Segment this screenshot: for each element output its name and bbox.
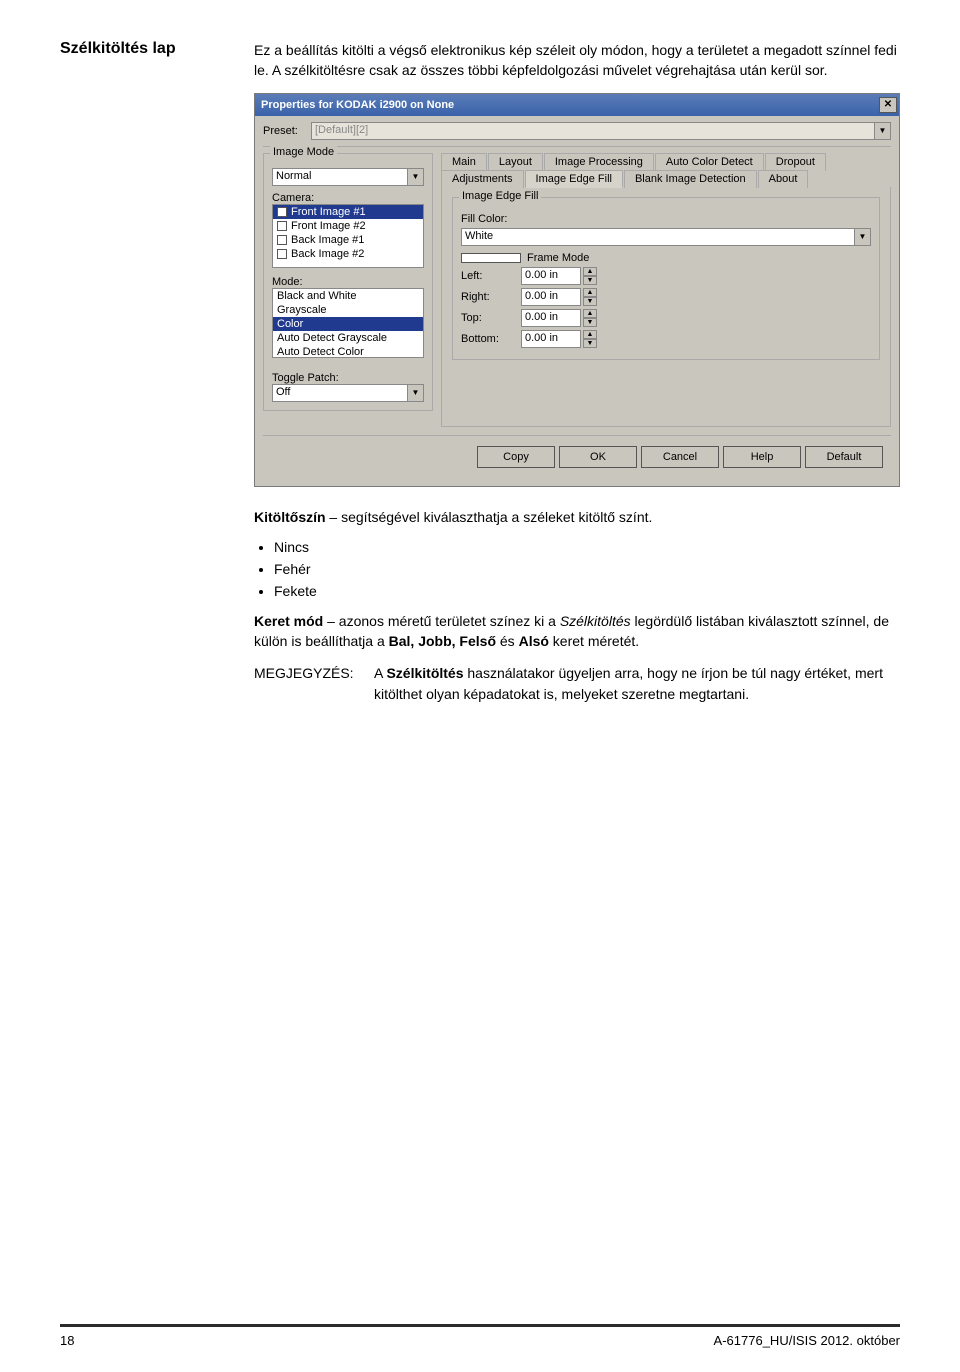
image-mode-group: Image Mode Normal ▼ Camera: Front Image …	[263, 153, 433, 411]
fillcolor-paragraph: Kitöltőszín – segítségével kiválaszthatj…	[254, 507, 900, 527]
frame-bold: Keret mód	[254, 613, 323, 629]
list-item[interactable]: Grayscale	[273, 303, 423, 317]
page-footer: 18 A-61776_HU/ISIS 2012. október	[60, 1324, 900, 1348]
left-label: Left:	[461, 270, 521, 282]
bottom-label: Bottom:	[461, 333, 521, 345]
spin-up-icon[interactable]: ▲	[583, 288, 597, 297]
spin-down-icon[interactable]: ▼	[583, 276, 597, 285]
tab-image-processing[interactable]: Image Processing	[544, 153, 654, 171]
toggle-patch-dropdown[interactable]: Off	[272, 384, 408, 402]
checkbox-icon[interactable]	[277, 249, 287, 259]
tab-strip: Main Layout Image Processing Auto Color …	[441, 153, 891, 187]
cancel-button[interactable]: Cancel	[641, 446, 719, 468]
spin-down-icon[interactable]: ▼	[583, 297, 597, 306]
list-item[interactable]: Color	[273, 317, 423, 331]
checkbox-icon[interactable]	[277, 207, 287, 217]
spin-up-icon[interactable]: ▲	[583, 267, 597, 276]
list-item[interactable]: Auto Detect Color	[273, 345, 423, 359]
ok-button[interactable]: OK	[559, 446, 637, 468]
chevron-down-icon[interactable]: ▼	[855, 228, 871, 246]
copy-button[interactable]: Copy	[477, 446, 555, 468]
list-item: Nincs	[274, 539, 900, 555]
help-button[interactable]: Help	[723, 446, 801, 468]
page-number: 18	[60, 1333, 74, 1348]
tab-main[interactable]: Main	[441, 153, 487, 171]
preset-label: Preset:	[263, 125, 305, 137]
checkbox-icon[interactable]	[277, 221, 287, 231]
list-item[interactable]: Back Image #2	[273, 247, 423, 261]
fillcolor-rest: – segítségével kiválaszthatja a széleket…	[326, 509, 653, 525]
frame-paragraph: Keret mód – azonos méretű területet szín…	[254, 611, 900, 652]
spin-down-icon[interactable]: ▼	[583, 318, 597, 327]
chevron-down-icon[interactable]: ▼	[875, 122, 891, 140]
right-label: Right:	[461, 291, 521, 303]
list-item[interactable]: Auto Detect Grayscale	[273, 331, 423, 345]
left-field[interactable]: 0.00 in	[521, 267, 581, 285]
doc-id: A-61776_HU/ISIS 2012. október	[714, 1333, 900, 1348]
tab-dropout[interactable]: Dropout	[765, 153, 826, 171]
properties-dialog: Properties for KODAK i2900 on None ✕ Pre…	[254, 93, 900, 487]
fillcolor-bold: Kitöltőszín	[254, 509, 326, 525]
image-edge-fill-group: Image Edge Fill Fill Color: White ▼	[452, 197, 880, 360]
preset-dropdown[interactable]: [Default][2]	[311, 122, 875, 140]
edge-fill-group-title: Image Edge Fill	[459, 190, 541, 202]
color-bullets: Nincs Fehér Fekete	[274, 539, 900, 599]
fill-color-label: Fill Color:	[461, 213, 521, 225]
list-item: Fekete	[274, 583, 900, 599]
bottom-field[interactable]: 0.00 in	[521, 330, 581, 348]
tab-auto-color-detect[interactable]: Auto Color Detect	[655, 153, 764, 171]
frame-mode-checkbox[interactable]	[461, 253, 521, 263]
checkbox-icon[interactable]	[277, 235, 287, 245]
close-icon[interactable]: ✕	[879, 97, 897, 113]
chevron-down-icon[interactable]: ▼	[408, 384, 424, 402]
dialog-titlebar: Properties for KODAK i2900 on None ✕	[255, 94, 899, 116]
intro-paragraph: Ez a beállítás kitölti a végső elektroni…	[254, 40, 900, 81]
list-item[interactable]: Front Image #1	[273, 205, 423, 219]
list-item[interactable]: Black and White	[273, 289, 423, 303]
note-label: MEGJEGYZÉS:	[254, 663, 374, 704]
spin-down-icon[interactable]: ▼	[583, 339, 597, 348]
spin-up-icon[interactable]: ▲	[583, 330, 597, 339]
tab-image-edge-fill[interactable]: Image Edge Fill	[525, 170, 623, 188]
camera-listbox[interactable]: Front Image #1 Front Image #2 Back Image…	[272, 204, 424, 268]
mode-label: Mode:	[272, 276, 424, 288]
mode-listbox[interactable]: Black and White Grayscale Color Auto Det…	[272, 288, 424, 358]
spin-up-icon[interactable]: ▲	[583, 309, 597, 318]
list-item[interactable]: Back Image #1	[273, 233, 423, 247]
note-paragraph: MEGJEGYZÉS: A Szélkitöltés használatakor…	[254, 663, 900, 704]
image-mode-dropdown[interactable]: Normal	[272, 168, 408, 186]
tab-adjustments[interactable]: Adjustments	[441, 170, 524, 188]
tab-panel: Image Edge Fill Fill Color: White ▼	[441, 187, 891, 427]
fill-color-dropdown[interactable]: White	[461, 228, 855, 246]
camera-label: Camera:	[272, 192, 424, 204]
frame-italic: Szélkitöltés	[560, 613, 631, 629]
right-field[interactable]: 0.00 in	[521, 288, 581, 306]
tab-about[interactable]: About	[758, 170, 809, 188]
list-item[interactable]: Front Image #2	[273, 219, 423, 233]
image-mode-group-title: Image Mode	[270, 146, 337, 158]
dialog-button-bar: Copy OK Cancel Help Default	[263, 435, 891, 478]
tab-blank-image-detection[interactable]: Blank Image Detection	[624, 170, 757, 188]
section-title: Szélkitöltés lap	[60, 40, 230, 58]
chevron-down-icon[interactable]: ▼	[408, 168, 424, 186]
top-label: Top:	[461, 312, 521, 324]
tab-layout[interactable]: Layout	[488, 153, 543, 171]
frame-mode-label: Frame Mode	[527, 252, 589, 264]
default-button[interactable]: Default	[805, 446, 883, 468]
dialog-title: Properties for KODAK i2900 on None	[261, 99, 879, 111]
toggle-patch-label: Toggle Patch:	[272, 372, 424, 384]
top-field[interactable]: 0.00 in	[521, 309, 581, 327]
list-item: Fehér	[274, 561, 900, 577]
